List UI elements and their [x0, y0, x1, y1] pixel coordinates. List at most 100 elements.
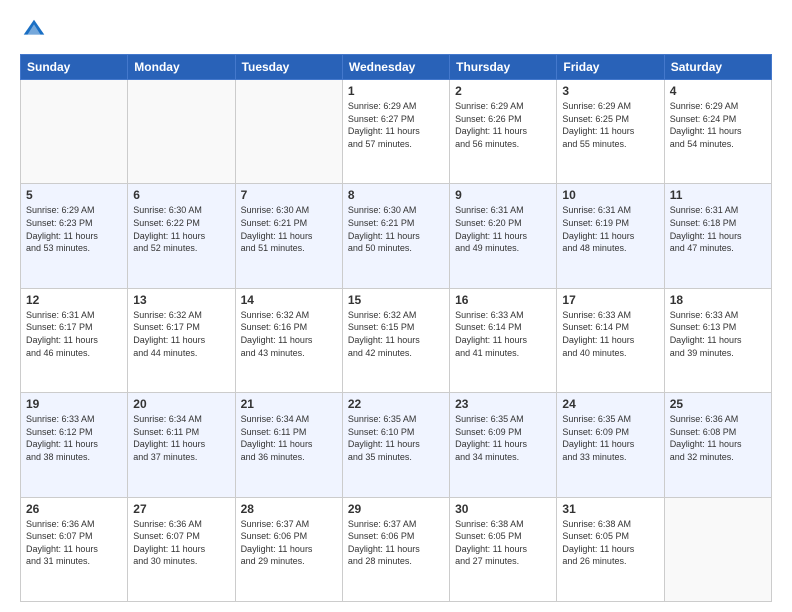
calendar-header-wednesday: Wednesday [342, 55, 449, 80]
day-info: Sunrise: 6:36 AM Sunset: 6:07 PM Dayligh… [133, 518, 229, 568]
day-number: 30 [455, 502, 551, 516]
day-info: Sunrise: 6:38 AM Sunset: 6:05 PM Dayligh… [562, 518, 658, 568]
calendar-cell: 25Sunrise: 6:36 AM Sunset: 6:08 PM Dayli… [664, 393, 771, 497]
day-info: Sunrise: 6:29 AM Sunset: 6:26 PM Dayligh… [455, 100, 551, 150]
day-info: Sunrise: 6:38 AM Sunset: 6:05 PM Dayligh… [455, 518, 551, 568]
day-number: 15 [348, 293, 444, 307]
calendar-cell: 11 Sunrise: 6:31 AM Sunset: 6:18 PM Dayli… [664, 184, 771, 288]
calendar-cell: 31 Sunrise: 6:38 AM Sunset: 6:05 PM Dayli… [557, 497, 664, 601]
day-info: Sunrise: 6:30 AM Sunset: 6:21 PM Dayligh… [241, 204, 337, 254]
calendar-week-5: 26 Sunrise: 6:36 AM Sunset: 6:07 PM Dayli… [21, 497, 772, 601]
day-number: 8 [348, 188, 444, 202]
day-info: Sunrise: 6:32 AM Sunset: 6:15 PM Dayligh… [348, 309, 444, 359]
day-number: 12 [26, 293, 122, 307]
day-info: Sunrise: 6:33 AM Sunset: 6:12 PM Dayligh… [26, 413, 122, 463]
calendar-cell: 30 Sunrise: 6:38 AM Sunset: 6:05 PM Dayli… [450, 497, 557, 601]
calendar-week-2: 5 Sunrise: 6:29 AM Sunset: 6:23 PM Daylig… [21, 184, 772, 288]
day-number: 9 [455, 188, 551, 202]
day-info: Sunrise: 6:37 AM Sunset: 6:06 PM Dayligh… [348, 518, 444, 568]
day-info: Sunrise: 6:35 AM Sunset: 6:09 PM Dayligh… [455, 413, 551, 463]
day-info: Sunrise: 6:29 AM Sunset: 6:24 PM Dayligh… [670, 100, 766, 150]
day-number: 4 [670, 84, 766, 98]
calendar-cell: 26 Sunrise: 6:36 AM Sunset: 6:07 PM Dayli… [21, 497, 128, 601]
calendar-cell: 13 Sunrise: 6:32 AM Sunset: 6:17 PM Dayli… [128, 288, 235, 392]
calendar-cell: 5 Sunrise: 6:29 AM Sunset: 6:23 PM Daylig… [21, 184, 128, 288]
day-number: 31 [562, 502, 658, 516]
calendar-cell: 2 Sunrise: 6:29 AM Sunset: 6:26 PM Daylig… [450, 80, 557, 184]
calendar-cell: 23 Sunrise: 6:35 AM Sunset: 6:09 PM Dayli… [450, 393, 557, 497]
day-number: 22 [348, 397, 444, 411]
calendar-cell: 19 Sunrise: 6:33 AM Sunset: 6:12 PM Dayli… [21, 393, 128, 497]
calendar-cell [128, 80, 235, 184]
day-number: 19 [26, 397, 122, 411]
day-number: 26 [26, 502, 122, 516]
calendar-cell: 4 Sunrise: 6:29 AM Sunset: 6:24 PM Daylig… [664, 80, 771, 184]
calendar-week-1: 1Sunrise: 6:29 AM Sunset: 6:27 PM Daylig… [21, 80, 772, 184]
day-info: Sunrise: 6:30 AM Sunset: 6:21 PM Dayligh… [348, 204, 444, 254]
calendar-cell: 29 Sunrise: 6:37 AM Sunset: 6:06 PM Dayli… [342, 497, 449, 601]
calendar-cell: 12 Sunrise: 6:31 AM Sunset: 6:17 PM Dayli… [21, 288, 128, 392]
day-number: 28 [241, 502, 337, 516]
day-number: 10 [562, 188, 658, 202]
day-info: Sunrise: 6:31 AM Sunset: 6:19 PM Dayligh… [562, 204, 658, 254]
day-info: Sunrise: 6:34 AM Sunset: 6:11 PM Dayligh… [133, 413, 229, 463]
day-info: Sunrise: 6:31 AM Sunset: 6:17 PM Dayligh… [26, 309, 122, 359]
calendar-cell: 8 Sunrise: 6:30 AM Sunset: 6:21 PM Daylig… [342, 184, 449, 288]
calendar-cell [235, 80, 342, 184]
day-info: Sunrise: 6:29 AM Sunset: 6:27 PM Dayligh… [348, 100, 444, 150]
day-number: 2 [455, 84, 551, 98]
day-info: Sunrise: 6:37 AM Sunset: 6:06 PM Dayligh… [241, 518, 337, 568]
day-info: Sunrise: 6:32 AM Sunset: 6:16 PM Dayligh… [241, 309, 337, 359]
day-info: Sunrise: 6:33 AM Sunset: 6:13 PM Dayligh… [670, 309, 766, 359]
day-info: Sunrise: 6:36 AM Sunset: 6:07 PM Dayligh… [26, 518, 122, 568]
day-number: 29 [348, 502, 444, 516]
day-number: 16 [455, 293, 551, 307]
day-number: 6 [133, 188, 229, 202]
day-info: Sunrise: 6:31 AM Sunset: 6:20 PM Dayligh… [455, 204, 551, 254]
calendar-week-3: 12 Sunrise: 6:31 AM Sunset: 6:17 PM Dayli… [21, 288, 772, 392]
calendar-cell: 20 Sunrise: 6:34 AM Sunset: 6:11 PM Dayli… [128, 393, 235, 497]
day-info: Sunrise: 6:29 AM Sunset: 6:23 PM Dayligh… [26, 204, 122, 254]
calendar-header-sunday: Sunday [21, 55, 128, 80]
logo [20, 16, 52, 44]
calendar-cell: 10 Sunrise: 6:31 AM Sunset: 6:19 PM Dayli… [557, 184, 664, 288]
calendar-cell: 17Sunrise: 6:33 AM Sunset: 6:14 PM Dayli… [557, 288, 664, 392]
calendar-cell: 21 Sunrise: 6:34 AM Sunset: 6:11 PM Dayli… [235, 393, 342, 497]
day-info: Sunrise: 6:30 AM Sunset: 6:22 PM Dayligh… [133, 204, 229, 254]
day-info: Sunrise: 6:32 AM Sunset: 6:17 PM Dayligh… [133, 309, 229, 359]
day-number: 14 [241, 293, 337, 307]
calendar-cell: 18 Sunrise: 6:33 AM Sunset: 6:13 PM Dayli… [664, 288, 771, 392]
day-info: Sunrise: 6:34 AM Sunset: 6:11 PM Dayligh… [241, 413, 337, 463]
day-number: 21 [241, 397, 337, 411]
calendar-cell: 15 Sunrise: 6:32 AM Sunset: 6:15 PM Dayli… [342, 288, 449, 392]
calendar-table: SundayMondayTuesdayWednesdayThursdayFrid… [20, 54, 772, 602]
calendar-cell: 22 Sunrise: 6:35 AM Sunset: 6:10 PM Dayli… [342, 393, 449, 497]
day-number: 24 [562, 397, 658, 411]
day-number: 3 [562, 84, 658, 98]
day-info: Sunrise: 6:33 AM Sunset: 6:14 PM Dayligh… [562, 309, 658, 359]
calendar-cell [664, 497, 771, 601]
logo-icon [20, 16, 48, 44]
day-number: 18 [670, 293, 766, 307]
calendar-cell: 3Sunrise: 6:29 AM Sunset: 6:25 PM Daylig… [557, 80, 664, 184]
day-number: 20 [133, 397, 229, 411]
day-number: 5 [26, 188, 122, 202]
day-number: 11 [670, 188, 766, 202]
day-info: Sunrise: 6:31 AM Sunset: 6:18 PM Dayligh… [670, 204, 766, 254]
calendar-cell: 14 Sunrise: 6:32 AM Sunset: 6:16 PM Dayli… [235, 288, 342, 392]
day-info: Sunrise: 6:35 AM Sunset: 6:10 PM Dayligh… [348, 413, 444, 463]
calendar-cell: 28 Sunrise: 6:37 AM Sunset: 6:06 PM Dayli… [235, 497, 342, 601]
calendar-cell [21, 80, 128, 184]
page: SundayMondayTuesdayWednesdayThursdayFrid… [0, 0, 792, 612]
day-number: 23 [455, 397, 551, 411]
calendar-header-monday: Monday [128, 55, 235, 80]
day-info: Sunrise: 6:36 AM Sunset: 6:08 PM Dayligh… [670, 413, 766, 463]
day-info: Sunrise: 6:33 AM Sunset: 6:14 PM Dayligh… [455, 309, 551, 359]
calendar-header-saturday: Saturday [664, 55, 771, 80]
day-number: 13 [133, 293, 229, 307]
day-number: 27 [133, 502, 229, 516]
calendar-header-friday: Friday [557, 55, 664, 80]
calendar-cell: 1Sunrise: 6:29 AM Sunset: 6:27 PM Daylig… [342, 80, 449, 184]
calendar-cell: 7Sunrise: 6:30 AM Sunset: 6:21 PM Daylig… [235, 184, 342, 288]
calendar-week-4: 19 Sunrise: 6:33 AM Sunset: 6:12 PM Dayli… [21, 393, 772, 497]
